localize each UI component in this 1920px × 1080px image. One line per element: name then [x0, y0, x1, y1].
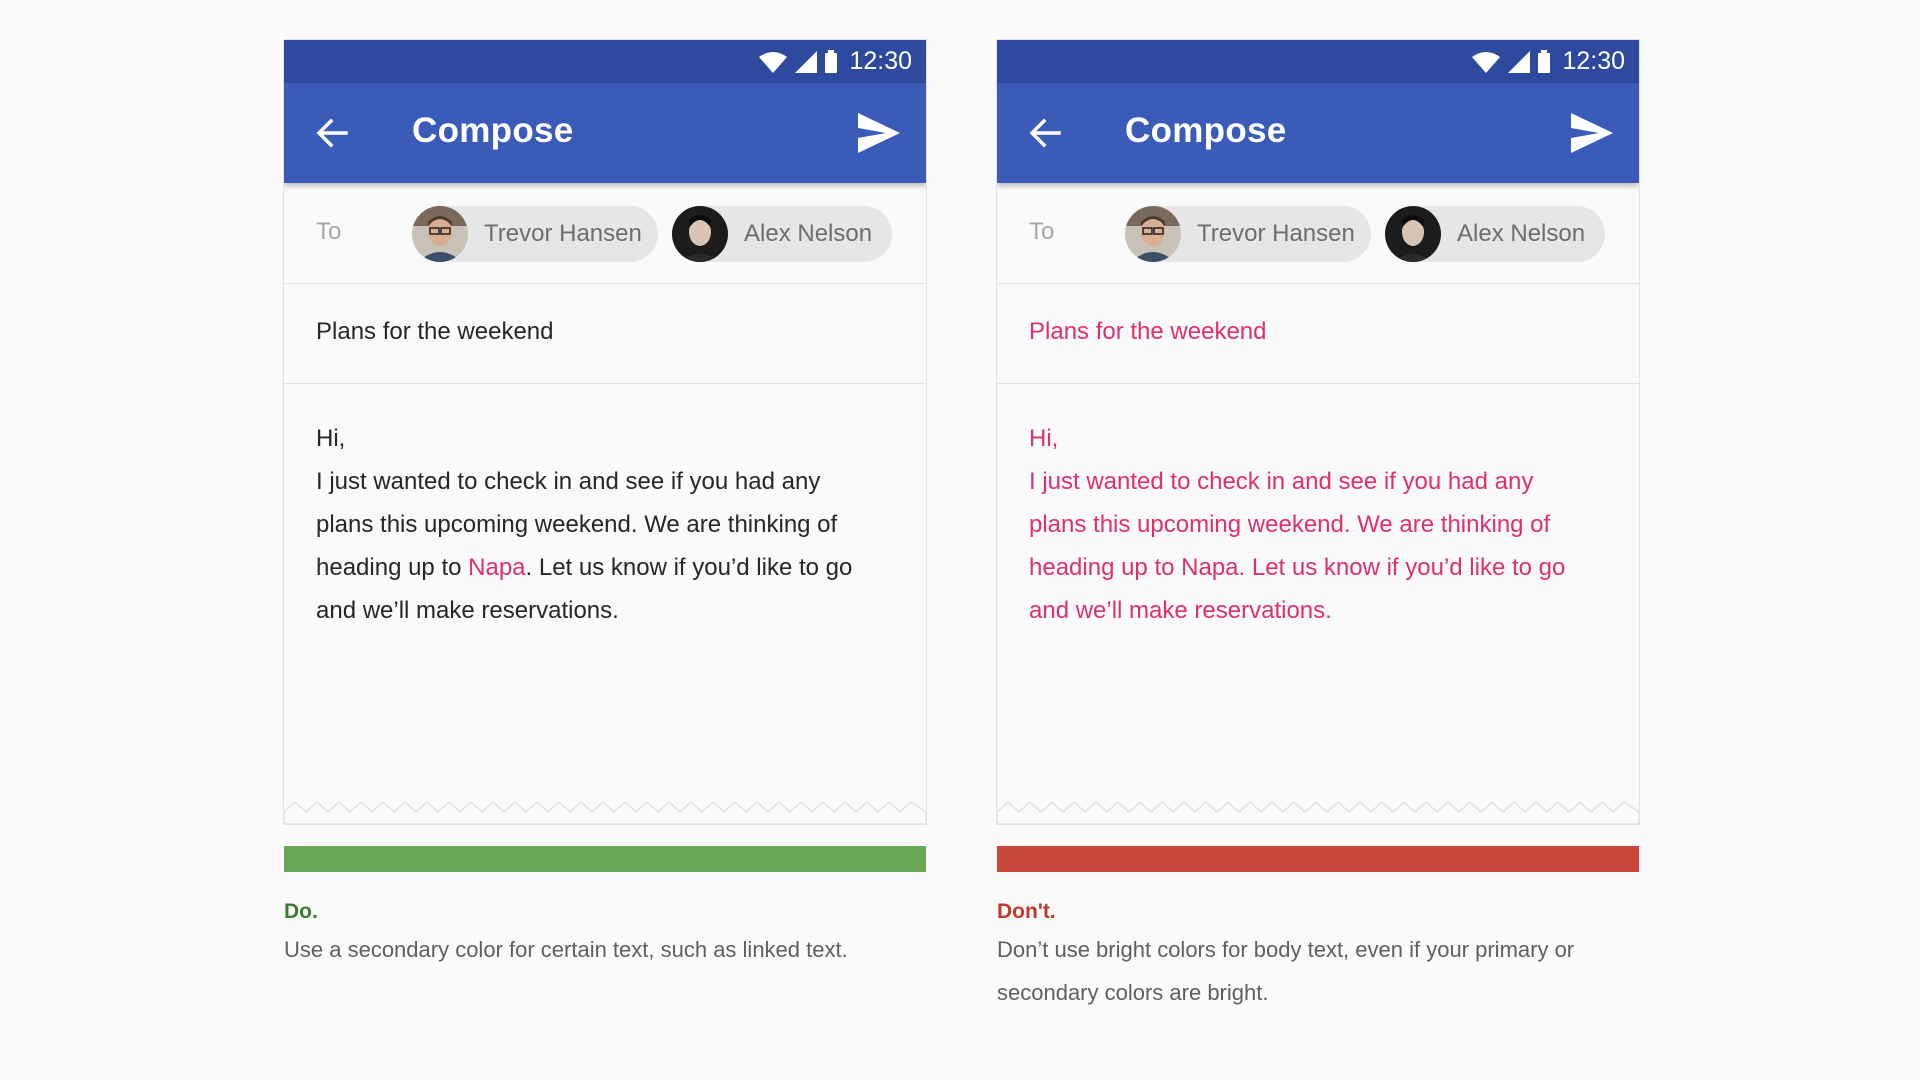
recipient-name: Trevor Hansen	[1197, 220, 1355, 247]
phone-mockup: 12:30 Compose To Trevor Hansen Alex Nels…	[997, 40, 1639, 824]
caption-text: Use a secondary color for certain text, …	[284, 937, 848, 962]
to-label: To	[1029, 218, 1055, 245]
recipient-name: Trevor Hansen	[484, 220, 642, 247]
body-line: and we’ll make reservations.	[1029, 597, 1332, 624]
body-text-segment: heading up to	[316, 554, 469, 581]
phone-mockup: 12:30 Compose To Trevor Hansen Alex Nels…	[284, 40, 926, 824]
napa-link[interactable]: Napa	[468, 554, 525, 581]
battery-icon	[825, 50, 838, 73]
avatar	[672, 206, 728, 262]
recipient-name: Alex Nelson	[744, 220, 873, 247]
subject-field[interactable]: Plans for the weekend	[284, 284, 926, 384]
body-line: I just wanted to check in and see if you…	[1029, 468, 1534, 495]
message-body[interactable]: Hi, I just wanted to check in and see if…	[284, 384, 926, 632]
torn-edge	[284, 801, 926, 824]
to-row: To Trevor Hansen Alex Nelson	[997, 183, 1639, 284]
caption-text: Don’t use bright colors for body text, e…	[997, 937, 1575, 1005]
status-time: 12:30	[849, 47, 912, 75]
to-label: To	[316, 218, 342, 245]
do-example: 12:30 Compose To Trevor Hansen Alex Nels…	[284, 40, 926, 971]
body-greeting: Hi,	[316, 425, 346, 452]
dont-example: 12:30 Compose To Trevor Hansen Alex Nels…	[997, 40, 1639, 1014]
message-body[interactable]: Hi, I just wanted to check in and see if…	[997, 384, 1639, 632]
subject-text: Plans for the weekend	[1029, 318, 1267, 345]
body-line: I just wanted to check in and see if you…	[316, 468, 821, 495]
recipient-name: Alex Nelson	[1457, 220, 1586, 247]
status-time: 12:30	[1562, 47, 1625, 75]
body-text-segment: . Let us know if you’d like to go	[525, 554, 853, 581]
send-icon[interactable]	[858, 113, 900, 153]
body-line: and we’ll make reservations.	[316, 597, 619, 624]
signal-icon	[795, 50, 818, 73]
caption-title: Don't.	[997, 900, 1056, 923]
back-arrow-icon[interactable]	[314, 115, 350, 151]
body-line: heading up to Napa. Let us know if you’d…	[1029, 554, 1566, 581]
dont-indicator-bar	[997, 846, 1639, 872]
wifi-icon	[1472, 51, 1501, 73]
status-bar: 12:30	[997, 40, 1639, 83]
status-bar: 12:30	[284, 40, 926, 83]
battery-icon	[1538, 50, 1551, 73]
body-greeting: Hi,	[1029, 425, 1059, 452]
recipient-chip[interactable]: Alex Nelson	[1385, 206, 1605, 262]
page-title: Compose	[1125, 111, 1287, 150]
do-indicator-bar	[284, 846, 926, 872]
torn-edge	[997, 801, 1639, 824]
signal-icon	[1508, 50, 1531, 73]
avatar	[412, 206, 468, 262]
page-title: Compose	[412, 111, 574, 150]
back-arrow-icon[interactable]	[1027, 115, 1063, 151]
body-line: plans this upcoming weekend. We are thin…	[316, 511, 838, 538]
wifi-icon	[759, 51, 788, 73]
recipient-chip[interactable]: Alex Nelson	[672, 206, 892, 262]
app-bar: Compose	[284, 83, 926, 183]
app-bar: Compose	[997, 83, 1639, 183]
to-row: To Trevor Hansen Alex Nelson	[284, 183, 926, 284]
avatar	[1125, 206, 1181, 262]
recipient-chip[interactable]: Trevor Hansen	[412, 206, 658, 262]
body-line-with-link: heading up to Napa. Let us know if you’d…	[316, 546, 894, 589]
recipient-chip[interactable]: Trevor Hansen	[1125, 206, 1371, 262]
subject-text: Plans for the weekend	[316, 318, 554, 345]
body-line: plans this upcoming weekend. We are thin…	[1029, 511, 1551, 538]
subject-field[interactable]: Plans for the weekend	[997, 284, 1639, 384]
caption-title: Do.	[284, 900, 318, 923]
avatar	[1385, 206, 1441, 262]
send-icon[interactable]	[1571, 113, 1613, 153]
